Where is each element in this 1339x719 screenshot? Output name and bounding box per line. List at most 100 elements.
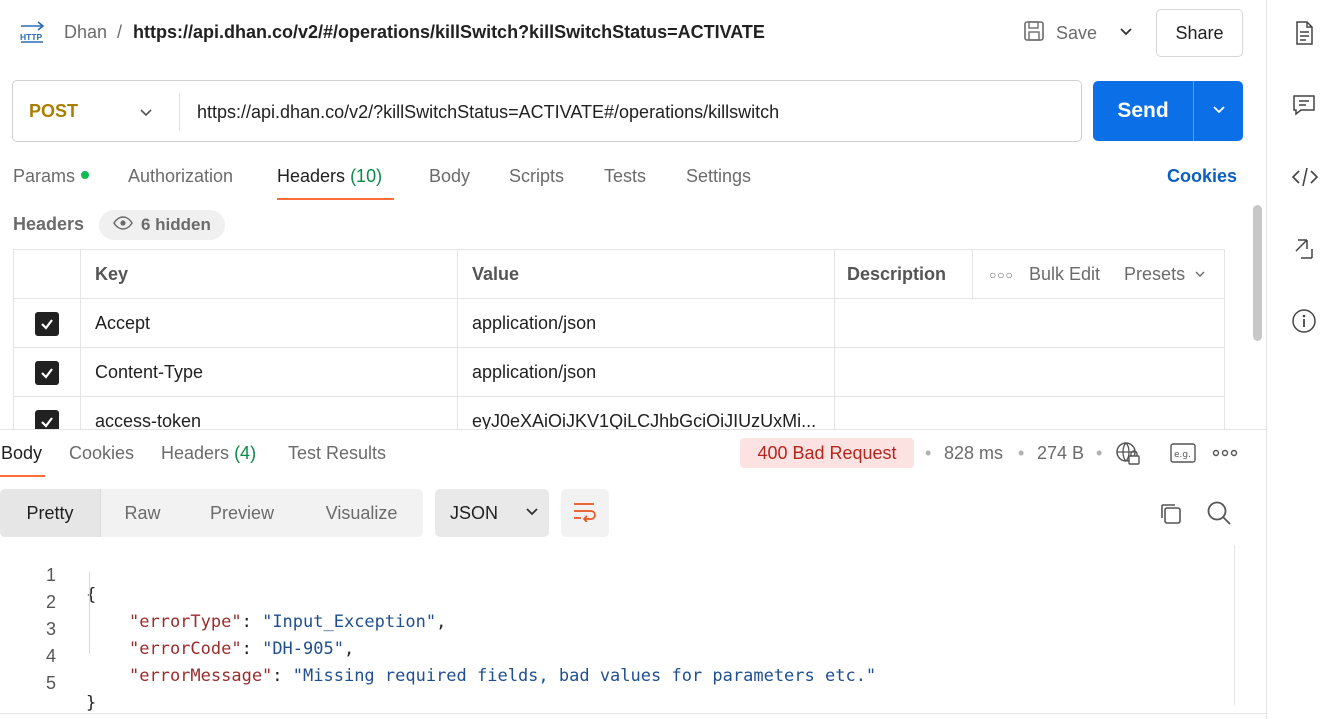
tab-scripts[interactable]: Scripts bbox=[509, 166, 564, 187]
response-tab-headers[interactable]: Headers (4) bbox=[161, 443, 256, 464]
header-key-cell[interactable]: Content-Type bbox=[81, 348, 458, 397]
view-raw-button[interactable]: Raw bbox=[101, 489, 184, 537]
row-checkbox[interactable] bbox=[35, 409, 59, 429]
response-format-select[interactable]: JSON bbox=[435, 489, 549, 537]
network-globe-icon[interactable] bbox=[1115, 441, 1141, 472]
wrap-lines-button[interactable] bbox=[561, 489, 609, 537]
header-description-cell[interactable] bbox=[835, 348, 1224, 397]
response-size[interactable]: 274 B bbox=[1037, 443, 1084, 464]
save-example-icon[interactable]: e.g. bbox=[1170, 442, 1196, 469]
response-tab-cookies[interactable]: Cookies bbox=[69, 443, 134, 464]
view-visualize-button[interactable]: Visualize bbox=[300, 489, 423, 537]
chevron-down-icon bbox=[524, 503, 540, 524]
header-value-text: eyJ0eXAiOiJKV1QiLCJhbGciOiJIUzUxMi... bbox=[472, 411, 817, 429]
tab-params-label: Params bbox=[13, 166, 76, 186]
active-response-tab-indicator bbox=[0, 475, 45, 477]
header-value-cell[interactable]: eyJ0eXAiOiJKV1QiLCJhbGciOiJIUzUxMi... bbox=[458, 397, 835, 429]
view-pretty-button[interactable]: Pretty bbox=[0, 489, 101, 537]
tab-tests[interactable]: Tests bbox=[604, 166, 646, 187]
row-checkbox[interactable] bbox=[35, 311, 59, 336]
indent-guide bbox=[89, 572, 90, 654]
http-method-select[interactable]: POST bbox=[29, 101, 78, 122]
code-close-brace: } bbox=[86, 693, 97, 713]
hidden-headers-toggle[interactable]: 6 hidden bbox=[99, 210, 225, 240]
send-button[interactable]: Send bbox=[1093, 81, 1193, 141]
eye-icon bbox=[113, 215, 133, 235]
header-description-cell[interactable] bbox=[835, 299, 1224, 348]
row-checkbox-cell bbox=[14, 299, 81, 348]
table-row[interactable]: Accept application/json bbox=[14, 299, 1224, 348]
response-time[interactable]: 828 ms bbox=[944, 443, 1003, 464]
chevron-down-icon bbox=[1211, 101, 1227, 122]
request-header-bar: HTTP Dhan / https://api.dhan.co/v2/#/ope… bbox=[0, 0, 1266, 66]
header-key-cell[interactable]: Accept bbox=[81, 299, 458, 348]
line-number: 5 bbox=[45, 673, 56, 693]
presets-label: Presets bbox=[1124, 264, 1186, 284]
document-icon[interactable] bbox=[1291, 20, 1317, 46]
headers-table: Key Value Description ○○○ Bulk Edit Pres… bbox=[13, 249, 1225, 429]
save-options-button[interactable] bbox=[1112, 18, 1140, 48]
comment-icon[interactable] bbox=[1291, 92, 1317, 118]
code-line: 5 } bbox=[0, 653, 1234, 713]
chevron-down-icon bbox=[1190, 264, 1206, 284]
header-value-cell[interactable]: application/json bbox=[458, 299, 835, 348]
more-options-icon[interactable]: ○○○ bbox=[989, 268, 1013, 282]
code-line: 3 "errorCode": "DH-905", bbox=[0, 599, 1234, 659]
wrap-lines-icon bbox=[572, 500, 598, 527]
row-checkbox-cell bbox=[14, 397, 81, 429]
url-input[interactable] bbox=[197, 100, 1067, 124]
column-header-description: Description bbox=[835, 250, 973, 299]
pane-divider[interactable] bbox=[0, 429, 1266, 430]
tab-headers-label: Headers bbox=[277, 166, 346, 186]
row-checkbox[interactable] bbox=[35, 360, 59, 385]
share-button[interactable]: Share bbox=[1156, 9, 1243, 57]
cookies-link[interactable]: Cookies bbox=[1167, 166, 1237, 187]
tab-body[interactable]: Body bbox=[429, 166, 470, 187]
headers-section-title: Headers bbox=[13, 214, 85, 234]
tab-params[interactable]: Params bbox=[13, 166, 90, 187]
code-scroll-border bbox=[1234, 545, 1235, 705]
code-icon[interactable] bbox=[1291, 164, 1319, 190]
right-sidebar bbox=[1266, 0, 1339, 719]
params-indicator-dot bbox=[81, 171, 90, 180]
active-tab-indicator bbox=[277, 198, 394, 200]
header-key-cell[interactable]: access-token bbox=[81, 397, 458, 429]
meta-separator: • bbox=[1018, 443, 1025, 463]
chevron-down-icon[interactable] bbox=[137, 103, 155, 126]
table-row[interactable]: access-token eyJ0eXAiOiJKV1QiLCJhbGciOiJ… bbox=[14, 397, 1224, 429]
code-line: 2 "errorType": "Input_Exception", bbox=[0, 572, 1234, 632]
send-button-group: Send bbox=[1093, 81, 1243, 141]
svg-text:HTTP: HTTP bbox=[20, 32, 43, 42]
meta-separator: • bbox=[1096, 443, 1103, 463]
save-label: Save bbox=[1056, 22, 1098, 43]
tab-settings[interactable]: Settings bbox=[686, 166, 751, 187]
presets-dropdown[interactable]: Presets bbox=[1124, 264, 1206, 285]
request-scrollbar-thumb[interactable] bbox=[1253, 205, 1262, 341]
table-header-checkbox-cell bbox=[14, 250, 81, 299]
request-title[interactable]: https://api.dhan.co/v2/#/operations/kill… bbox=[133, 22, 765, 43]
table-row[interactable]: Content-Type application/json bbox=[14, 348, 1224, 397]
status-badge[interactable]: 400 Bad Request bbox=[740, 438, 914, 468]
tab-headers[interactable]: Headers (10) bbox=[277, 166, 382, 187]
response-tab-test-results[interactable]: Test Results bbox=[288, 443, 386, 464]
code-line: 4 "errorMessage": "Missing required fiel… bbox=[0, 626, 1234, 686]
more-options-icon[interactable] bbox=[1212, 446, 1238, 464]
breadcrumb-collection[interactable]: Dhan bbox=[64, 22, 107, 43]
copy-icon[interactable] bbox=[1158, 501, 1184, 532]
response-format-label: JSON bbox=[450, 502, 499, 523]
view-preview-button[interactable]: Preview bbox=[184, 489, 300, 537]
bottom-divider bbox=[0, 713, 1266, 714]
response-body-code[interactable]: 1 { 2 "errorType": "Input_Exception", 3 … bbox=[0, 545, 1234, 713]
column-header-value: Value bbox=[458, 250, 835, 299]
tab-authorization[interactable]: Authorization bbox=[128, 166, 233, 187]
info-icon[interactable] bbox=[1291, 308, 1317, 334]
header-value-cell[interactable]: application/json bbox=[458, 348, 835, 397]
header-description-cell[interactable] bbox=[835, 397, 1224, 429]
bulk-edit-button[interactable]: Bulk Edit bbox=[1029, 264, 1100, 285]
table-actions: ○○○ Bulk Edit Presets bbox=[973, 250, 1224, 299]
related-collections-icon[interactable] bbox=[1291, 236, 1317, 262]
search-icon[interactable] bbox=[1205, 499, 1233, 532]
save-button[interactable]: Save bbox=[1018, 18, 1100, 48]
response-tab-body[interactable]: Body bbox=[1, 443, 42, 464]
send-options-button[interactable] bbox=[1194, 81, 1243, 141]
